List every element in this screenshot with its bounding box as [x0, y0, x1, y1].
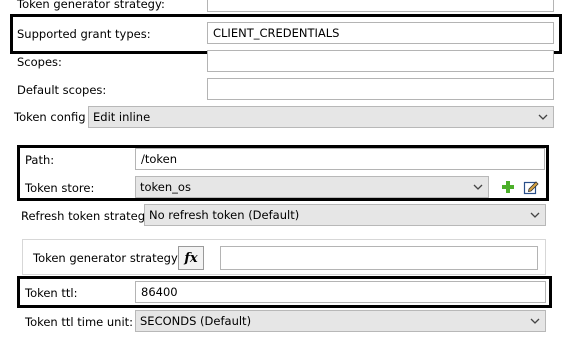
default-scopes-input[interactable]	[207, 78, 554, 100]
inner-generator-input[interactable]	[220, 246, 538, 270]
scopes-input[interactable]	[207, 50, 554, 72]
token-config-select[interactable]: Edit inline	[88, 106, 554, 128]
ttl-unit-label: Token ttl time unit:	[25, 315, 134, 329]
default-scopes-label: Default scopes:	[17, 83, 107, 97]
token-store-select[interactable]: token_os	[135, 176, 489, 198]
path-label: Path:	[25, 153, 55, 167]
grant-types-label: Supported grant types:	[17, 27, 151, 41]
ttl-unit-select[interactable]: SECONDS (Default)	[135, 310, 546, 332]
token-generator-strategy-label-top: Token generator strategy:	[17, 0, 165, 11]
chevron-down-icon	[528, 311, 542, 331]
edit-icon[interactable]	[523, 179, 539, 195]
token-generator-strategy-field-top[interactable]	[207, 0, 554, 12]
refresh-strategy-label: Refresh token strategy	[21, 209, 152, 223]
plus-icon[interactable]	[500, 179, 516, 195]
chevron-down-icon	[528, 205, 542, 225]
inner-generator-label: Token generator strategy:	[33, 251, 181, 265]
fx-icon: fx	[184, 250, 198, 266]
ttl-unit-value: SECONDS (Default)	[140, 314, 252, 328]
chevron-down-icon	[471, 177, 485, 197]
grant-types-input[interactable]: CLIENT_CREDENTIALS	[207, 22, 554, 44]
token-store-label: Token store:	[25, 181, 95, 195]
path-input[interactable]: /token	[135, 148, 545, 170]
token-config-label: Token config	[14, 110, 86, 124]
scopes-label: Scopes:	[17, 55, 62, 69]
refresh-strategy-value: No refresh token (Default)	[149, 208, 300, 222]
chevron-down-icon	[536, 107, 550, 127]
token-ttl-input[interactable]: 86400	[135, 281, 546, 303]
token-config-value: Edit inline	[93, 110, 151, 124]
fx-button[interactable]: fx	[178, 246, 204, 270]
token-store-value: token_os	[140, 180, 191, 194]
refresh-strategy-select[interactable]: No refresh token (Default)	[144, 204, 546, 226]
token-ttl-label: Token ttl:	[25, 286, 78, 300]
